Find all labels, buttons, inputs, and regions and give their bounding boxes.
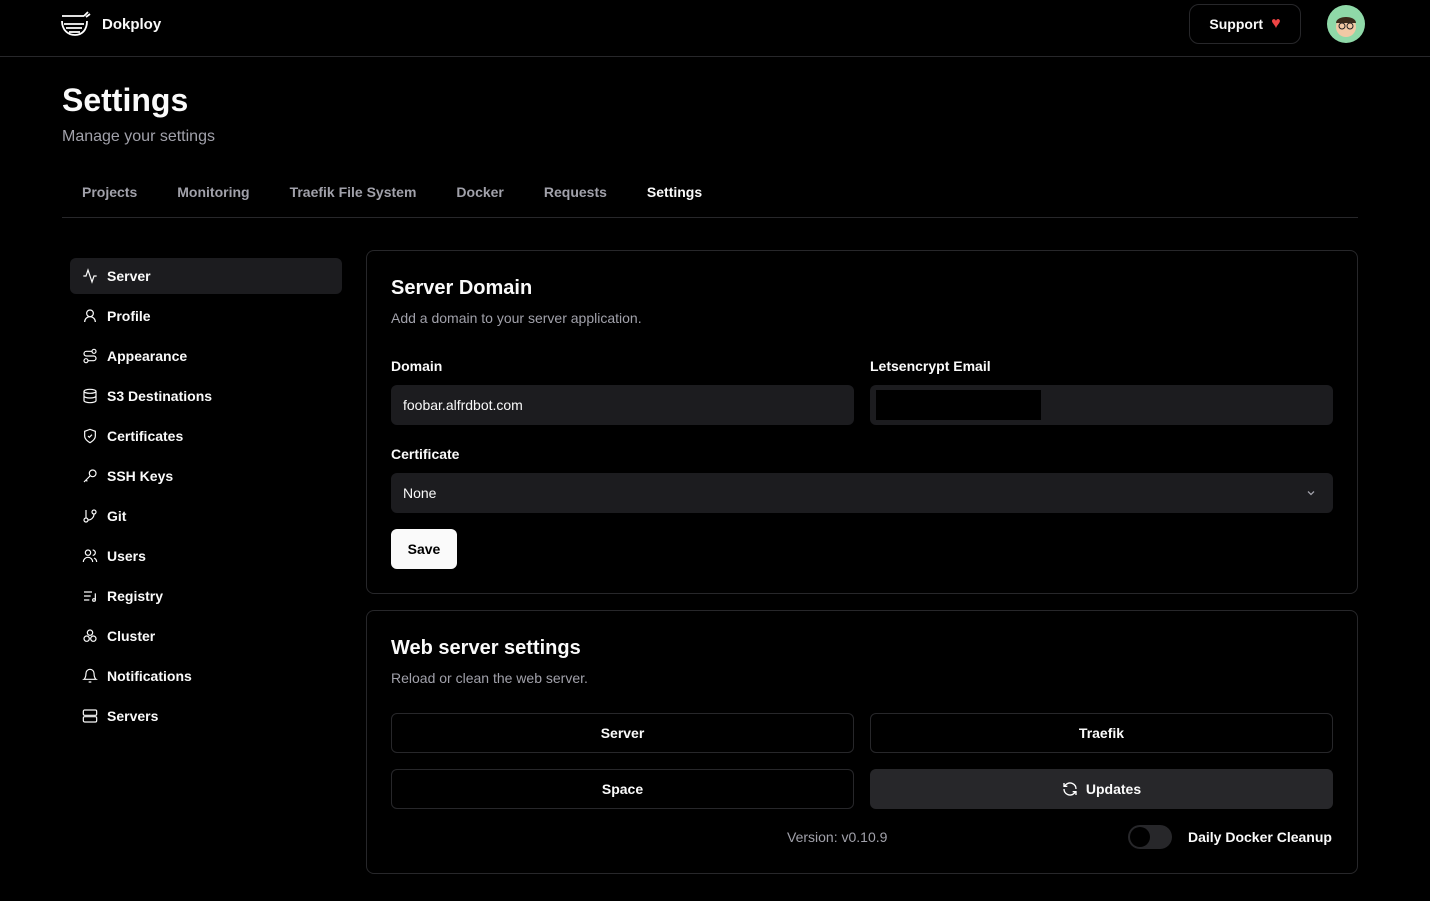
sidebar-item-users[interactable]: Users [70,538,342,574]
activity-icon [83,268,97,284]
sidebar-item-servers[interactable]: Servers [70,698,342,734]
server-button[interactable]: Server [391,713,854,753]
updates-button[interactable]: Updates [870,769,1333,809]
sidebar-item-label: Git [107,508,127,524]
sidebar-item-label: Profile [107,308,151,324]
sidebar-item-label: Server [107,268,151,284]
sidebar-item-label: S3 Destinations [107,388,213,404]
sidebar-item-s3-destinations[interactable]: S3 Destinations [70,378,342,414]
tab-monitoring[interactable]: Monitoring [157,178,269,217]
avatar[interactable] [1327,5,1365,43]
sidebar-item-cluster[interactable]: Cluster [70,618,342,654]
redacted-block [876,390,1041,420]
key-icon [83,469,97,483]
tab-settings[interactable]: Settings [627,178,722,217]
sidebar-item-label: SSH Keys [107,468,174,484]
page-subtitle: Manage your settings [62,128,215,145]
tab-traefik-file-system[interactable]: Traefik File System [270,178,437,217]
card-title: Server Domain [391,277,533,299]
sidebar-item-appearance[interactable]: Appearance [70,338,342,374]
top-bar: Dokploy Support ♥ [0,0,1430,57]
letsencrypt-email-input[interactable] [870,385,1333,425]
logo[interactable]: Dokploy [60,10,161,38]
sidebar-item-label: Users [107,548,146,564]
chevron-down-icon [1307,491,1315,496]
domain-label: Domain [391,358,443,374]
tab-docker[interactable]: Docker [436,178,523,217]
list-music-icon [84,591,96,602]
settings-sidebar: Server Profile Appearance S3 Destination… [70,258,342,738]
support-label: Support [1209,16,1264,32]
daily-docker-cleanup-label: Daily Docker Cleanup [1188,829,1332,845]
tab-requests[interactable]: Requests [524,178,627,217]
certificate-label: Certificate [391,446,460,462]
server-domain-card: Server Domain Add a domain to your serve… [366,250,1358,594]
save-button[interactable]: Save [391,529,457,569]
sidebar-item-certificates[interactable]: Certificates [70,418,342,454]
sidebar-item-label: Notifications [107,668,192,684]
certificate-value: None [403,485,437,501]
support-button[interactable]: Support ♥ [1189,4,1301,44]
web-server-card: Web server settings Reload or clean the … [366,610,1358,874]
user-icon [84,309,96,323]
dokploy-whale-icon [61,11,91,36]
version-text: Version: v0.10.9 [787,829,888,845]
sidebar-item-registry[interactable]: Registry [70,578,342,614]
sidebar-item-label: Servers [107,708,159,724]
sidebar-item-label: Registry [107,588,164,604]
sidebar-item-profile[interactable]: Profile [70,298,342,334]
tab-projects[interactable]: Projects [62,178,157,217]
refresh-icon [1063,782,1077,796]
traefik-button[interactable]: Traefik [870,713,1333,753]
users-icon [82,549,98,563]
bell-icon [82,668,98,683]
updates-label: Updates [1085,781,1142,797]
boxes-icon [83,629,97,642]
sidebar-item-server[interactable]: Server [70,258,342,294]
card-description: Add a domain to your server application. [391,310,642,326]
nav-tabs: Projects Monitoring Traefik File System … [62,178,1358,218]
shield-check-icon [84,428,96,444]
database-icon [83,388,97,404]
heart-icon: ♥ [1271,15,1281,32]
space-button[interactable]: Space [391,769,854,809]
route-icon [83,348,97,364]
card-description: Reload or clean the web server. [391,670,588,686]
letsencrypt-email-label: Letsencrypt Email [870,358,991,374]
sidebar-item-label: Cluster [107,628,156,644]
certificate-select[interactable]: None [391,473,1333,513]
git-branch-icon [83,509,97,523]
sidebar-item-notifications[interactable]: Notifications [70,658,342,694]
sidebar-item-ssh-keys[interactable]: SSH Keys [70,458,342,494]
sidebar-item-git[interactable]: Git [70,498,342,534]
daily-docker-cleanup-toggle[interactable] [1128,825,1172,849]
page-title: Settings [62,82,189,118]
sidebar-item-label: Appearance [107,348,188,364]
app-name: Dokploy [102,15,162,33]
sidebar-item-label: Certificates [107,428,184,444]
server-icon [82,709,98,723]
domain-input[interactable]: foobar.alfrdbot.com [391,385,854,425]
card-title: Web server settings [391,637,581,659]
